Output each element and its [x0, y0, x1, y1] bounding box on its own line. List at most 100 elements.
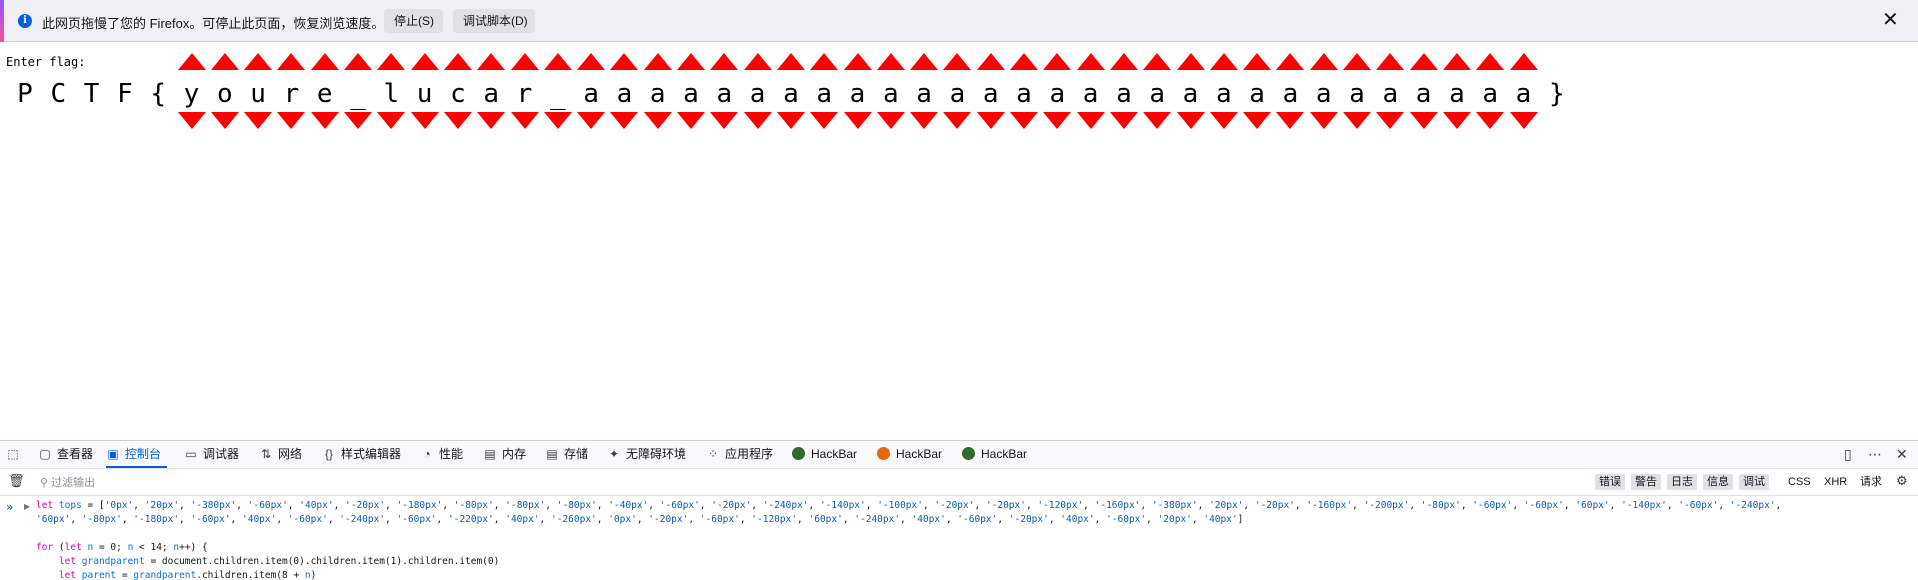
decrement-arrow[interactable] [843, 112, 872, 129]
decrement-arrow[interactable] [1243, 112, 1272, 129]
tab-hackbar-1[interactable]: HackBar [792, 441, 857, 468]
filter-warnings[interactable]: 警告 [1631, 474, 1661, 490]
decrement-arrow[interactable] [643, 112, 672, 129]
increment-arrow[interactable] [277, 53, 306, 70]
expand-icon[interactable]: ▶ [24, 502, 30, 511]
tab-inspector[interactable]: ▢ 查看器 [38, 441, 93, 468]
close-devtools-icon[interactable]: ✕ [1896, 441, 1908, 468]
increment-arrow[interactable] [510, 53, 539, 70]
decrement-arrow[interactable] [976, 112, 1005, 129]
decrement-arrow[interactable] [743, 112, 772, 129]
tab-style-editor[interactable]: {} 样式编辑器 [322, 441, 401, 468]
decrement-arrow[interactable] [1276, 112, 1305, 129]
decrement-arrow[interactable] [543, 112, 572, 129]
increment-arrow[interactable] [1010, 53, 1038, 70]
increment-arrow[interactable] [910, 53, 939, 70]
decrement-arrow[interactable] [577, 112, 606, 129]
filter-errors[interactable]: 错误 [1595, 474, 1625, 490]
stop-page-button[interactable]: 停止(S) [384, 9, 443, 33]
increment-arrow[interactable] [244, 53, 273, 70]
dock-icon[interactable]: ▯ [1844, 441, 1852, 468]
decrement-arrow[interactable] [1442, 112, 1471, 129]
tab-accessibility[interactable]: ✦ 无障碍环境 [607, 441, 686, 468]
increment-arrow[interactable] [443, 53, 472, 70]
increment-arrow[interactable] [543, 53, 572, 70]
decrement-arrow[interactable] [1476, 112, 1505, 129]
increment-arrow[interactable] [1276, 53, 1305, 70]
tab-application[interactable]: ⁘ 应用程序 [706, 441, 773, 468]
decrement-arrow[interactable] [610, 112, 639, 129]
increment-arrow[interactable] [1509, 53, 1538, 70]
decrement-arrow[interactable] [1043, 112, 1072, 129]
increment-arrow[interactable] [177, 53, 206, 70]
filter-debug[interactable]: 调试 [1739, 474, 1769, 490]
increment-arrow[interactable] [710, 53, 739, 70]
increment-arrow[interactable] [310, 53, 339, 70]
tab-storage[interactable]: ▤ 存储 [545, 441, 588, 468]
trash-icon[interactable]: 🗑 [8, 473, 25, 489]
decrement-arrow[interactable] [1010, 112, 1038, 129]
increment-arrow[interactable] [344, 53, 372, 70]
increment-arrow[interactable] [1076, 53, 1105, 70]
increment-arrow[interactable] [1409, 53, 1438, 70]
increment-arrow[interactable] [876, 53, 905, 70]
close-icon[interactable]: ✕ [1882, 10, 1899, 30]
decrement-arrow[interactable] [377, 112, 406, 129]
decrement-arrow[interactable] [443, 112, 472, 129]
increment-arrow[interactable] [1309, 53, 1338, 70]
increment-arrow[interactable] [410, 53, 439, 70]
increment-arrow[interactable] [776, 53, 805, 70]
filter-xhr[interactable]: XHR [1820, 474, 1851, 490]
decrement-arrow[interactable] [477, 112, 506, 129]
increment-arrow[interactable] [210, 53, 239, 70]
increment-arrow[interactable] [1043, 53, 1072, 70]
increment-arrow[interactable] [377, 53, 406, 70]
decrement-arrow[interactable] [710, 112, 739, 129]
tab-console[interactable]: ▣ 控制台 [106, 441, 168, 468]
increment-arrow[interactable] [1243, 53, 1272, 70]
increment-arrow[interactable] [843, 53, 872, 70]
increment-arrow[interactable] [610, 53, 639, 70]
increment-arrow[interactable] [643, 53, 672, 70]
filter-requests[interactable]: 请求 [1856, 474, 1886, 490]
filter-info[interactable]: 信息 [1703, 474, 1733, 490]
more-options-icon[interactable]: ⋯ [1868, 441, 1882, 468]
decrement-arrow[interactable] [910, 112, 939, 129]
decrement-arrow[interactable] [277, 112, 306, 129]
increment-arrow[interactable] [943, 53, 972, 70]
filter-input[interactable]: ⚲ 过滤输出 [40, 474, 95, 490]
increment-arrow[interactable] [1343, 53, 1371, 70]
increment-arrow[interactable] [1143, 53, 1172, 70]
decrement-arrow[interactable] [210, 112, 239, 129]
element-picker-icon[interactable]: ⬚ [6, 441, 25, 468]
increment-arrow[interactable] [577, 53, 606, 70]
increment-arrow[interactable] [1442, 53, 1471, 70]
tab-debugger[interactable]: ▭ 调试器 [184, 441, 239, 468]
decrement-arrow[interactable] [677, 112, 705, 129]
increment-arrow[interactable] [743, 53, 772, 70]
increment-arrow[interactable] [677, 53, 705, 70]
increment-arrow[interactable] [1176, 53, 1205, 70]
decrement-arrow[interactable] [1176, 112, 1205, 129]
tab-hackbar-2[interactable]: HackBar [877, 441, 942, 468]
tab-memory[interactable]: ▤ 内存 [483, 441, 526, 468]
decrement-arrow[interactable] [1343, 112, 1371, 129]
increment-arrow[interactable] [1109, 53, 1138, 70]
debug-script-button[interactable]: 调试脚本(D) [453, 9, 535, 33]
decrement-arrow[interactable] [1509, 112, 1538, 129]
increment-arrow[interactable] [477, 53, 506, 70]
tab-hackbar-3[interactable]: HackBar [962, 441, 1027, 468]
tab-performance[interactable]: ◔ 性能 [420, 441, 463, 468]
decrement-arrow[interactable] [776, 112, 805, 129]
filter-logs[interactable]: 日志 [1667, 474, 1697, 490]
decrement-arrow[interactable] [244, 112, 273, 129]
decrement-arrow[interactable] [410, 112, 439, 129]
decrement-arrow[interactable] [1409, 112, 1438, 129]
decrement-arrow[interactable] [1309, 112, 1338, 129]
decrement-arrow[interactable] [1209, 112, 1238, 129]
increment-arrow[interactable] [1376, 53, 1405, 70]
decrement-arrow[interactable] [1376, 112, 1405, 129]
increment-arrow[interactable] [976, 53, 1005, 70]
decrement-arrow[interactable] [310, 112, 339, 129]
filter-css[interactable]: CSS [1784, 474, 1815, 490]
